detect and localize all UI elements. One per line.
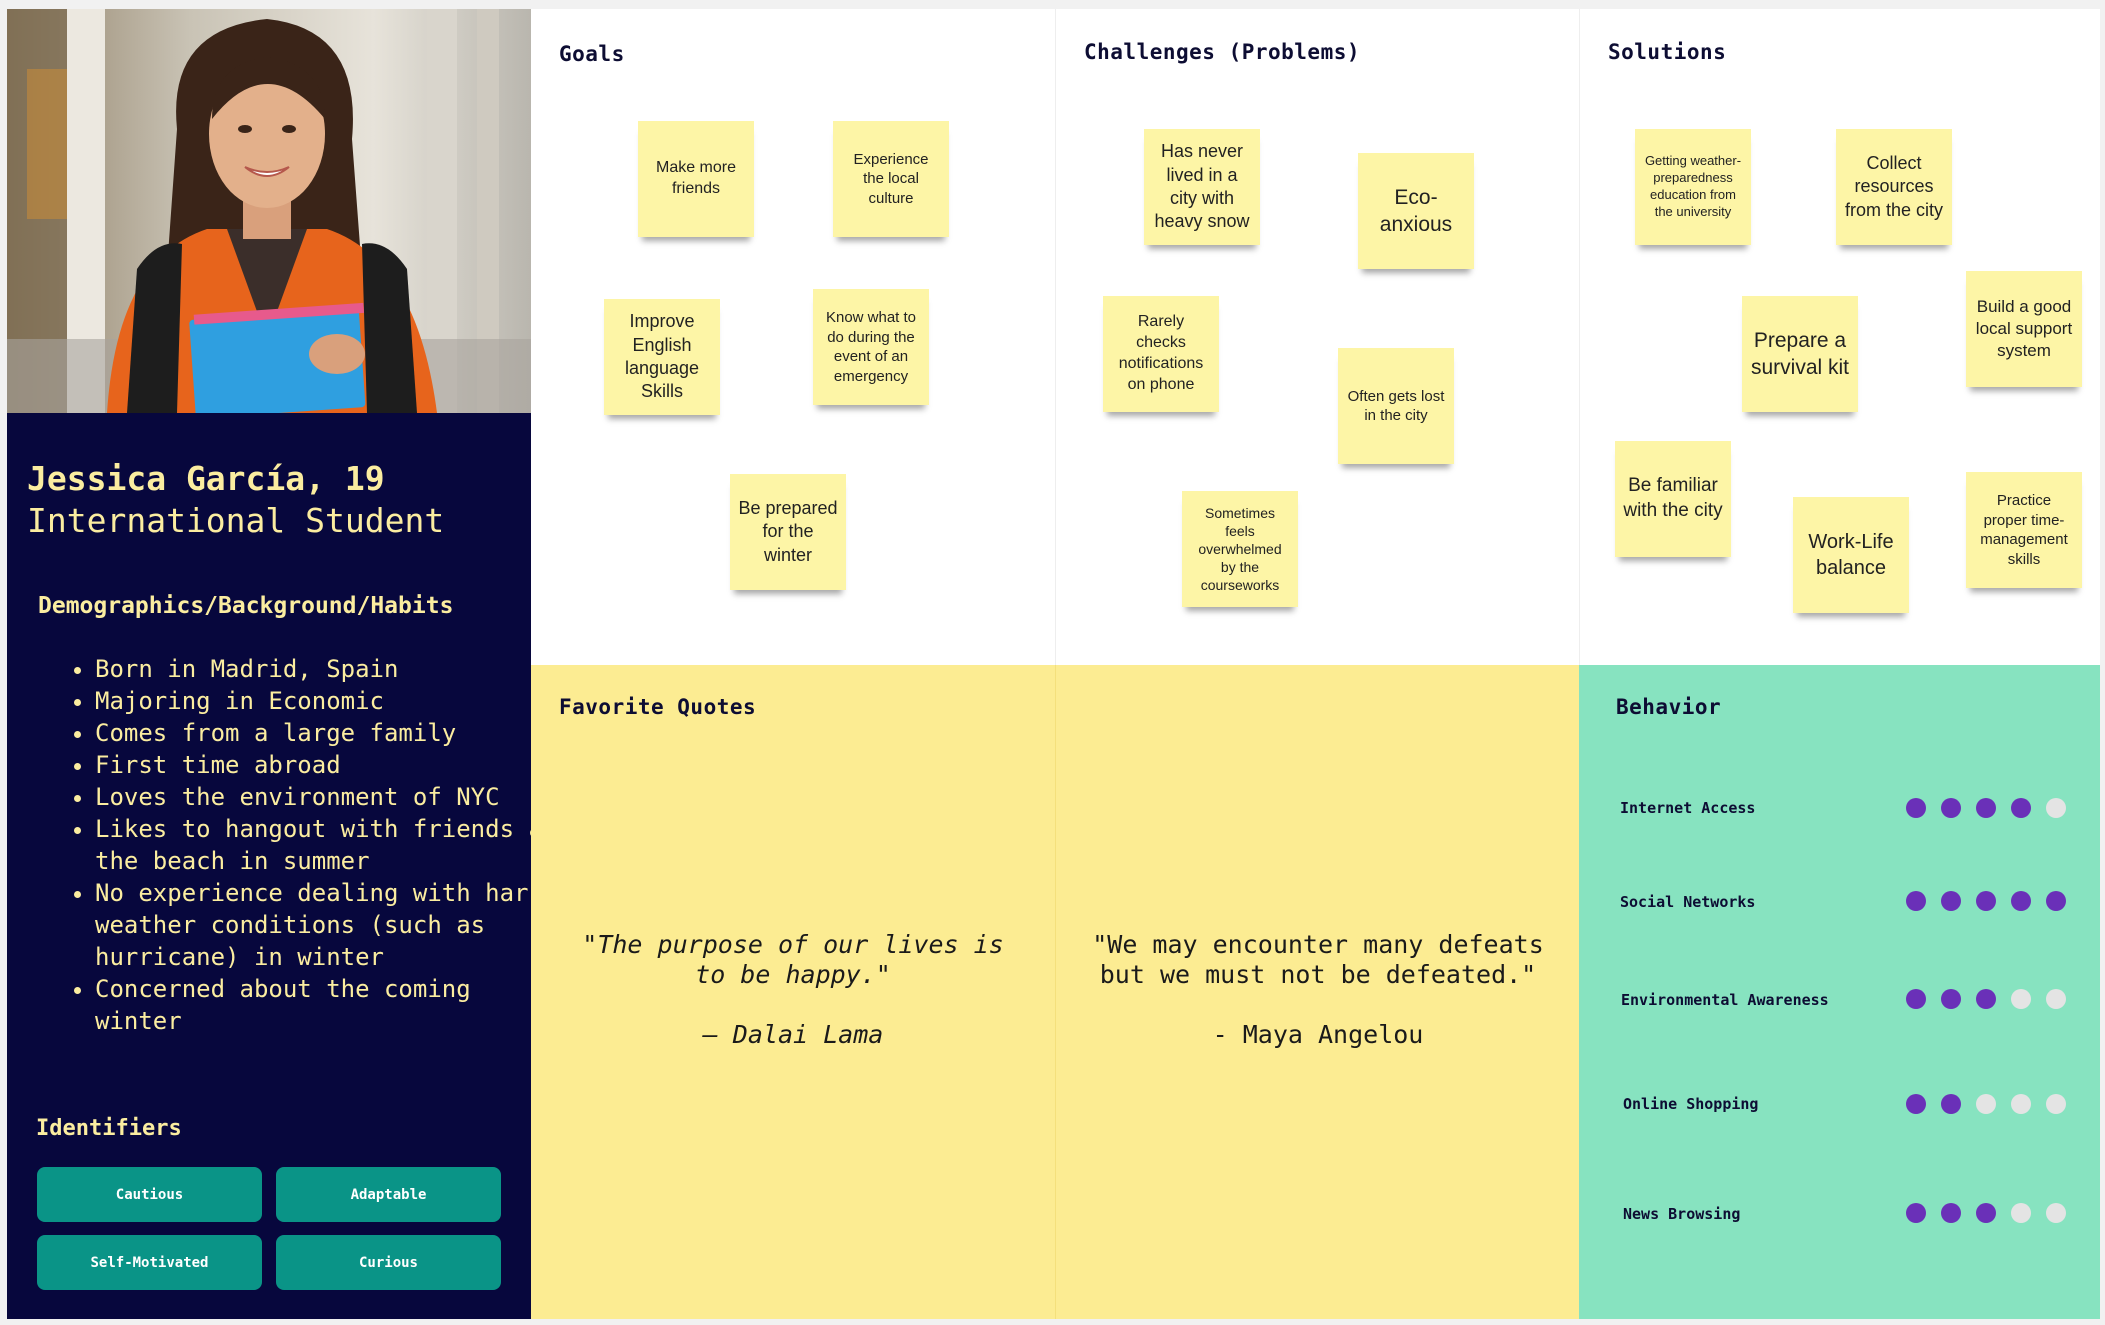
identifier-button-adaptable[interactable]: Adaptable bbox=[276, 1167, 501, 1222]
demographics-title: Demographics/Background/Habits bbox=[38, 593, 454, 619]
demographics-item: Born in Madrid, Spain bbox=[95, 653, 565, 685]
demographics-item: First time abroad bbox=[95, 749, 565, 781]
sticky-note[interactable]: Rarely checks notifications on phone bbox=[1103, 296, 1219, 412]
sticky-note[interactable]: Be familiar with the city bbox=[1615, 441, 1731, 557]
quote-author: — Dalai Lama bbox=[702, 1020, 884, 1049]
sticky-note[interactable]: Make more friends bbox=[638, 121, 754, 237]
sticky-note[interactable]: Collect resources from the city bbox=[1836, 129, 1952, 245]
rating-dot-empty bbox=[2046, 989, 2066, 1009]
demographics-item: No experience dealing with harsh weather… bbox=[95, 877, 565, 973]
quote-author: - Maya Angelou bbox=[1212, 1020, 1424, 1049]
favorite-quotes-panel: Favorite Quotes "The purpose of our live… bbox=[531, 665, 1055, 1319]
rating-dot-empty bbox=[1976, 1094, 1996, 1114]
sticky-note[interactable]: Prepare a survival kit bbox=[1742, 296, 1858, 412]
rating-dot-filled bbox=[1906, 891, 1926, 911]
behavior-rating bbox=[1906, 1094, 2066, 1114]
persona-name: Jessica García, 19 bbox=[27, 459, 385, 498]
goals-title: Goals bbox=[559, 42, 625, 66]
rating-dot-filled bbox=[1906, 989, 1926, 1009]
behavior-rating bbox=[1906, 989, 2066, 1009]
demographics-item: Likes to hangout with friends at the bea… bbox=[95, 813, 565, 877]
sticky-note[interactable]: Eco-anxious bbox=[1358, 153, 1474, 269]
rating-dot-filled bbox=[1976, 989, 1996, 1009]
rating-dot-empty bbox=[2011, 1094, 2031, 1114]
sticky-note[interactable]: Improve English language Skills bbox=[604, 299, 720, 415]
quote-text: "We may encounter many defeats but we mu… bbox=[1092, 930, 1544, 989]
rating-dot-filled bbox=[1906, 1203, 1926, 1223]
solutions-title: Solutions bbox=[1608, 40, 1727, 64]
rating-dot-filled bbox=[1906, 798, 1926, 818]
demographics-item: Comes from a large family bbox=[95, 717, 565, 749]
identifiers-title: Identifiers bbox=[36, 1116, 182, 1141]
rating-dot-filled bbox=[1976, 891, 1996, 911]
goals-panel: Goals Make more friends Experience the l… bbox=[531, 9, 1055, 665]
behavior-label: Online Shopping bbox=[1623, 1095, 1759, 1113]
rating-dot-filled bbox=[1941, 798, 1961, 818]
rating-dot-filled bbox=[1941, 989, 1961, 1009]
behavior-label: News Browsing bbox=[1623, 1205, 1741, 1223]
identifier-button-cautious[interactable]: Cautious bbox=[37, 1167, 262, 1222]
rating-dot-filled bbox=[1941, 1094, 1961, 1114]
demographics-item: Majoring in Economic bbox=[95, 685, 565, 717]
sticky-note[interactable]: Know what to do during the event of an e… bbox=[813, 289, 929, 405]
sticky-note[interactable]: Often gets lost in the city bbox=[1338, 348, 1454, 464]
rating-dot-filled bbox=[1941, 1203, 1961, 1223]
sticky-note[interactable]: Build a good local support system bbox=[1966, 271, 2082, 387]
rating-dot-empty bbox=[2046, 1094, 2066, 1114]
rating-dot-filled bbox=[1941, 891, 1961, 911]
behavior-title: Behavior bbox=[1616, 695, 1722, 719]
demographics-item: Concerned about the coming winter bbox=[95, 973, 565, 1037]
behavior-rating bbox=[1906, 1203, 2066, 1223]
behavior-panel: Behavior Internet Access Social Networks… bbox=[1579, 665, 2100, 1319]
rating-dot-filled bbox=[2011, 798, 2031, 818]
behavior-label: Internet Access bbox=[1620, 799, 1756, 817]
favorite-quotes-panel-2: "We may encounter many defeats but we mu… bbox=[1055, 665, 1579, 1319]
challenges-panel: Challenges (Problems) Has never lived in… bbox=[1055, 9, 1579, 665]
sticky-note[interactable]: Be prepared for the winter bbox=[730, 474, 846, 590]
solutions-panel: Solutions Getting weather-preparedness e… bbox=[1579, 9, 2100, 665]
behavior-label: Social Networks bbox=[1620, 893, 1756, 911]
rating-dot-filled bbox=[2011, 891, 2031, 911]
identifier-button-curious[interactable]: Curious bbox=[276, 1235, 501, 1290]
sticky-note[interactable]: Getting weather-preparedness education f… bbox=[1635, 129, 1751, 245]
quote-text: "The purpose of our lives is to be happy… bbox=[582, 930, 1004, 989]
rating-dot-empty bbox=[2011, 1203, 2031, 1223]
challenges-title: Challenges (Problems) bbox=[1084, 40, 1361, 64]
persona-profile-panel: Jessica García, 19 International Student… bbox=[7, 413, 557, 1319]
behavior-label: Environmental Awareness bbox=[1621, 991, 1829, 1009]
sticky-note[interactable]: Practice proper time-management skills bbox=[1966, 472, 2082, 588]
sticky-note[interactable]: Sometimes feels overwhelmed by the cours… bbox=[1182, 491, 1298, 607]
persona-photo-image bbox=[7, 9, 531, 413]
persona-photo bbox=[7, 9, 531, 413]
rating-dot-filled bbox=[1976, 1203, 1996, 1223]
sticky-note[interactable]: Has never lived in a city with heavy sno… bbox=[1144, 129, 1260, 245]
behavior-rating bbox=[1906, 798, 2066, 818]
rating-dot-empty bbox=[2046, 1203, 2066, 1223]
demographics-item: Loves the environment of NYC bbox=[95, 781, 565, 813]
rating-dot-empty bbox=[2046, 798, 2066, 818]
identifier-button-self-motivated[interactable]: Self-Motivated bbox=[37, 1235, 262, 1290]
favorite-quotes-title: Favorite Quotes bbox=[559, 695, 757, 719]
rating-dot-filled bbox=[2046, 891, 2066, 911]
persona-role: International Student bbox=[27, 501, 445, 540]
sticky-note[interactable]: Work-Life balance bbox=[1793, 497, 1909, 613]
rating-dot-filled bbox=[1906, 1094, 1926, 1114]
rating-dot-filled bbox=[1976, 798, 1996, 818]
demographics-list: Born in Madrid, Spain Majoring in Econom… bbox=[42, 653, 565, 1037]
rating-dot-empty bbox=[2011, 989, 2031, 1009]
behavior-rating bbox=[1906, 891, 2066, 911]
sticky-note[interactable]: Experience the local culture bbox=[833, 121, 949, 237]
